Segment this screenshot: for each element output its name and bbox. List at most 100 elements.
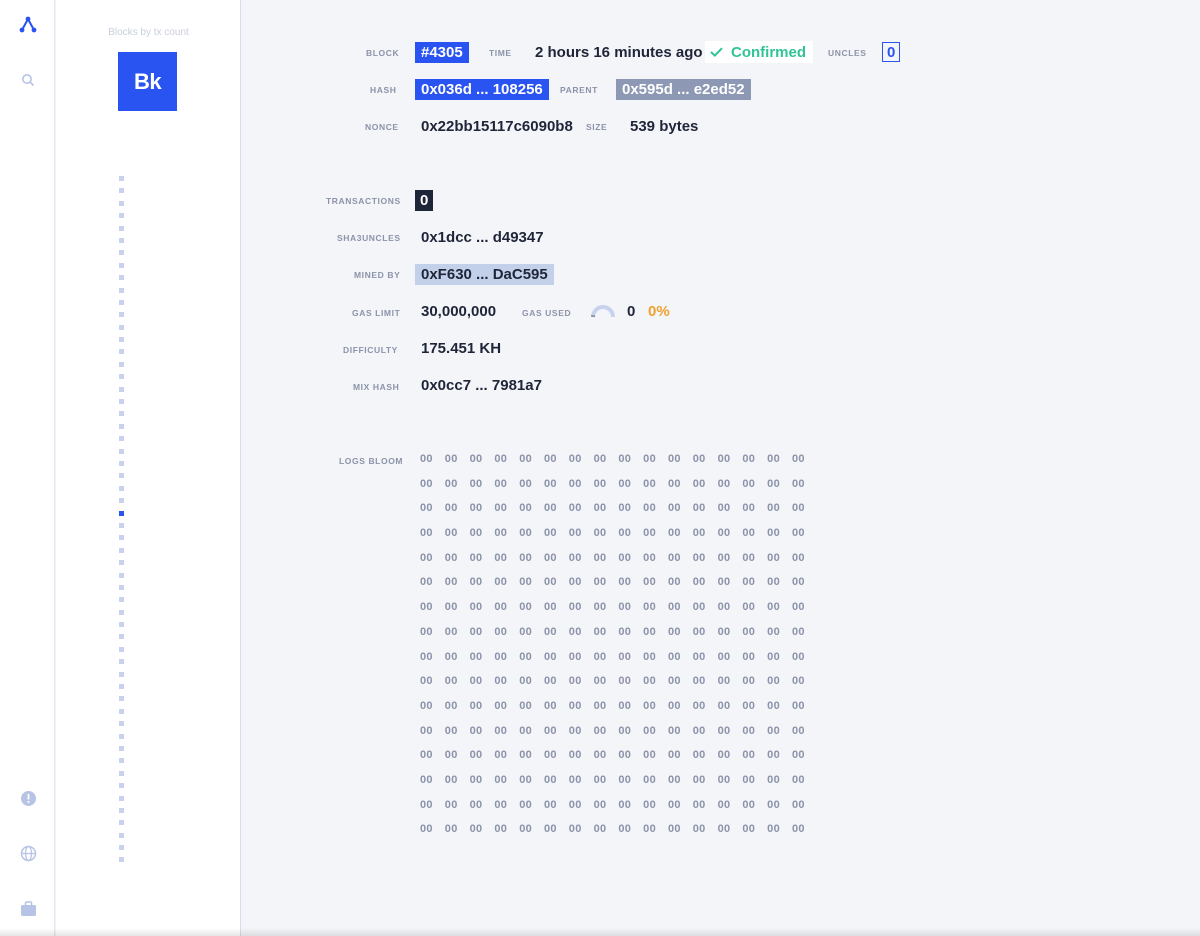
bloom-byte: 00 [568,798,582,811]
timeline-marker[interactable] [119,535,124,541]
timeline-marker[interactable] [119,659,124,665]
timeline-marker[interactable] [119,299,124,305]
bloom-byte: 00 [444,675,458,688]
timeline-marker[interactable] [119,857,124,863]
timeline-marker[interactable] [119,622,124,628]
bloom-byte: 00 [420,576,433,589]
timeline-marker[interactable] [119,349,124,355]
timeline-marker[interactable] [119,423,124,429]
timeline-marker[interactable] [119,522,124,528]
timeline-marker[interactable] [119,275,124,281]
timeline-marker[interactable] [119,721,124,727]
transactions-label: TRANSACTIONS [326,196,401,206]
bloom-byte: 00 [444,502,458,515]
timeline-marker[interactable] [119,262,124,268]
timeline-marker[interactable] [119,485,124,491]
timeline-marker[interactable] [119,758,124,764]
gas-used-value: 0 [627,303,636,320]
timeline-marker[interactable] [119,411,124,417]
timeline-marker[interactable] [119,213,124,219]
timeline-marker[interactable] [119,820,124,826]
parent-hash[interactable]: 0x595d ... e2ed52 [616,79,751,100]
timeline-marker[interactable] [119,671,124,677]
bloom-byte: 00 [593,576,607,589]
timeline-marker[interactable] [119,832,124,838]
timeline-marker[interactable] [119,312,124,318]
timeline-marker[interactable] [119,498,124,504]
bloom-byte: 00 [519,675,533,688]
timeline-marker[interactable] [119,473,124,479]
block-hash[interactable]: 0x036d ... 108256 [415,79,549,100]
bloom-byte: 00 [420,699,433,712]
bloom-byte: 00 [593,749,607,762]
timeline-marker[interactable] [119,460,124,466]
timeline-marker[interactable] [119,684,124,690]
bloom-byte: 00 [494,502,508,515]
block-number[interactable]: #4305 [415,42,469,63]
timeline-marker[interactable] [119,807,124,813]
bloom-byte: 00 [568,699,582,712]
timeline-marker[interactable] [119,436,124,442]
timeline-marker[interactable] [119,733,124,739]
bloom-byte: 00 [618,625,632,638]
timeline-marker-current[interactable] [119,510,124,516]
timeline-marker[interactable] [119,448,124,454]
timeline-marker[interactable] [119,200,124,206]
block-timeline[interactable] [119,176,125,870]
globe-icon[interactable] [17,842,39,864]
uncles-count[interactable]: 0 [882,42,901,62]
bloom-byte: 00 [469,502,483,515]
timeline-marker[interactable] [119,783,124,789]
transactions-count[interactable]: 0 [415,190,434,211]
timeline-marker[interactable] [119,386,124,392]
bloom-byte: 00 [791,625,805,638]
timeline-marker[interactable] [119,609,124,615]
alert-icon[interactable] [17,787,39,809]
bloom-byte: 00 [667,453,681,465]
bloom-byte: 00 [519,477,533,490]
timeline-marker[interactable] [119,374,124,380]
bloom-byte: 00 [667,601,681,614]
timeline-marker[interactable] [119,696,124,702]
bloom-byte: 00 [593,650,607,663]
timeline-marker[interactable] [119,646,124,652]
timeline-marker[interactable] [119,547,124,553]
bloom-byte: 00 [593,699,607,712]
timeline-marker[interactable] [119,337,124,343]
timeline-marker[interactable] [119,770,124,776]
timeline-marker[interactable] [119,176,124,181]
bloom-byte: 00 [519,502,533,515]
bloom-byte: 00 [717,773,731,786]
search-icon[interactable] [17,69,39,91]
bloom-byte: 00 [543,502,557,515]
bloom-byte: 00 [469,749,483,762]
timeline-marker[interactable] [119,634,124,640]
bloom-byte: 00 [742,502,756,515]
logo-icon[interactable] [17,14,39,36]
timeline-marker[interactable] [119,745,124,751]
timeline-marker[interactable] [119,250,124,256]
timeline-marker[interactable] [119,287,124,293]
bottom-shadow [0,928,1200,936]
timeline-marker[interactable] [119,560,124,566]
timeline-marker[interactable] [119,399,124,405]
timeline-marker[interactable] [119,708,124,714]
timeline-marker[interactable] [119,225,124,231]
bloom-byte: 00 [593,527,607,540]
bloom-byte: 00 [494,551,508,564]
timeline-marker[interactable] [119,584,124,590]
timeline-marker[interactable] [119,572,124,578]
block-badge[interactable]: Bk [118,52,177,111]
miner-address[interactable]: 0xF630 ... DaC595 [415,264,554,285]
timeline-marker[interactable] [119,188,124,194]
briefcase-icon[interactable] [17,898,39,920]
timeline-marker[interactable] [119,795,124,801]
timeline-marker[interactable] [119,361,124,367]
timeline-marker[interactable] [119,324,124,330]
bloom-byte: 00 [420,675,433,688]
uncles-label: UNCLES [828,48,867,58]
timeline-marker[interactable] [119,237,124,243]
bloom-byte: 00 [494,576,508,589]
timeline-marker[interactable] [119,845,124,851]
timeline-marker[interactable] [119,597,124,603]
